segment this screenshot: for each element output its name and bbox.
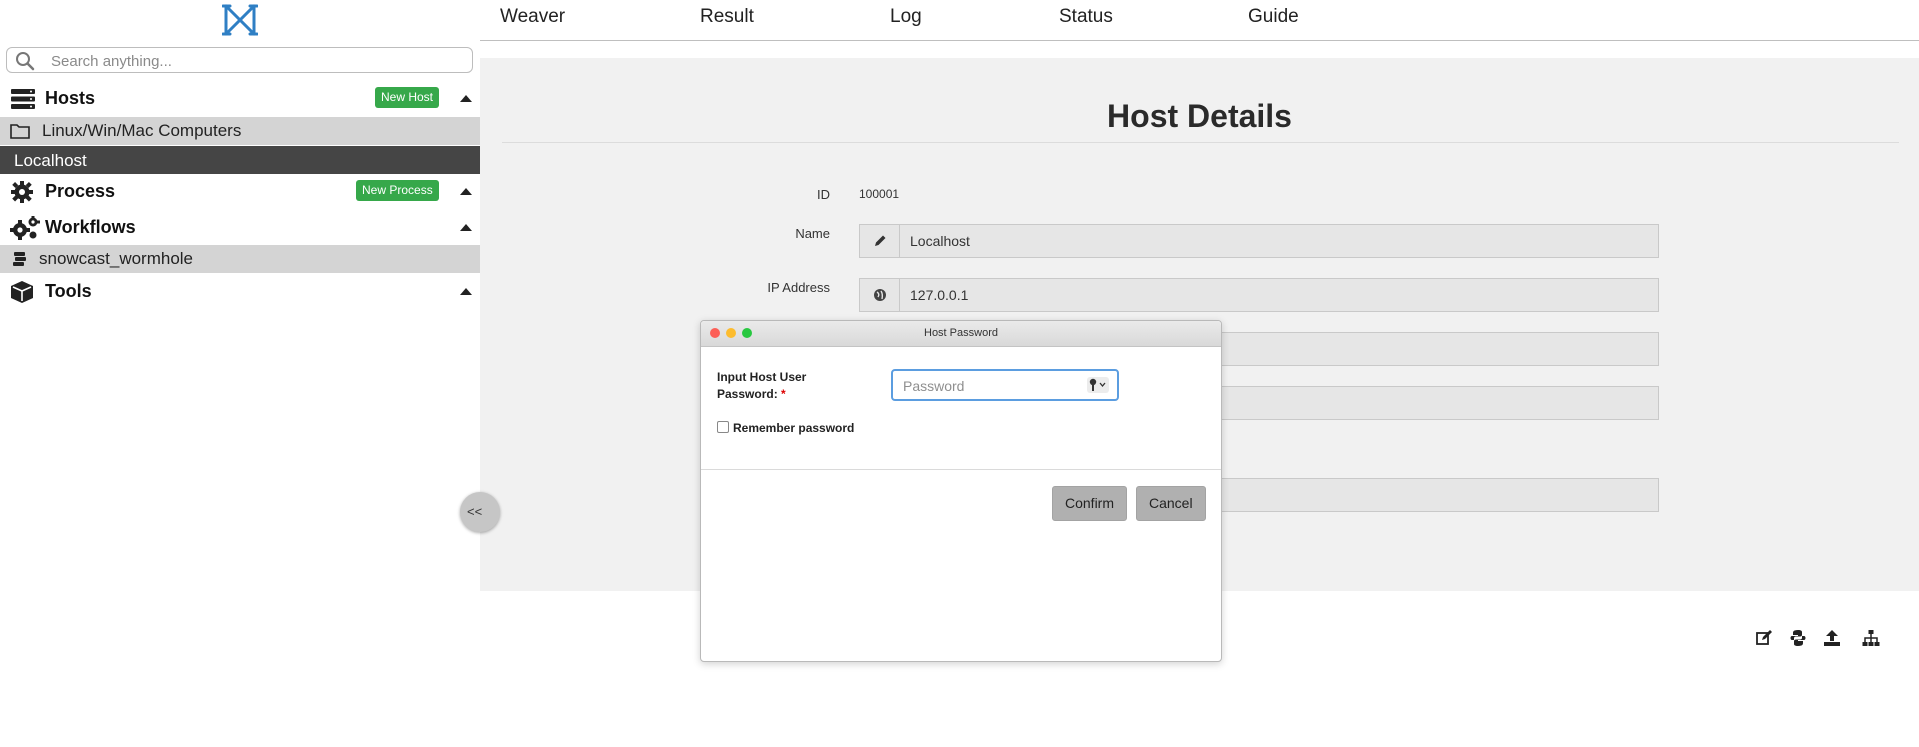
ip-value: 127.0.0.1 xyxy=(910,287,969,303)
globe-icon[interactable] xyxy=(860,279,900,311)
tab-weaver[interactable]: Weaver xyxy=(500,6,565,28)
sidebar-item-localhost[interactable]: Localhost xyxy=(0,146,480,174)
process-collapse-caret-icon[interactable] xyxy=(460,188,472,195)
tools-collapse-caret-icon[interactable] xyxy=(460,288,472,295)
password-label-line2: Password: xyxy=(717,387,778,401)
remember-password-checkbox[interactable] xyxy=(717,421,729,433)
password-label: Input Host User Password: * xyxy=(717,369,837,403)
tab-guide[interactable]: Guide xyxy=(1248,6,1299,28)
tab-log[interactable]: Log xyxy=(890,6,922,28)
host-item-label: Localhost xyxy=(14,151,87,170)
password-label-line1: Input Host User xyxy=(717,370,807,384)
dialog-title: Host Password xyxy=(924,327,998,339)
required-mark: * xyxy=(781,387,786,401)
pencil-icon[interactable] xyxy=(860,225,900,257)
folder-label: Linux/Win/Mac Computers xyxy=(42,121,242,140)
hosts-server-icon xyxy=(10,87,35,111)
new-process-button[interactable]: New Process xyxy=(356,180,439,201)
app-logo-icon[interactable] xyxy=(221,2,259,38)
hosts-collapse-caret-icon[interactable] xyxy=(460,95,472,102)
cancel-button[interactable]: Cancel xyxy=(1136,486,1206,521)
new-host-button[interactable]: New Host xyxy=(375,87,440,108)
sitemap-icon[interactable] xyxy=(1862,629,1880,647)
hidden-field-3[interactable] xyxy=(1180,332,1659,366)
cube-icon xyxy=(10,280,34,304)
workflow-item-label: snowcast_wormhole xyxy=(39,249,194,268)
ip-address-field[interactable]: 127.0.0.1 xyxy=(859,278,1659,312)
gear-icon xyxy=(10,180,34,204)
hidden-field-5[interactable] xyxy=(1180,478,1659,512)
workflows-title: Workflows xyxy=(45,217,136,237)
sidebar: Hosts New Host Linux/Win/Mac Computers L… xyxy=(0,0,480,747)
workflows-section-header[interactable]: Workflows xyxy=(0,213,480,243)
hosts-section-header[interactable]: Hosts New Host xyxy=(0,84,480,114)
tab-status[interactable]: Status xyxy=(1059,6,1113,28)
remember-password-option[interactable]: Remember password xyxy=(717,421,854,435)
process-title: Process xyxy=(45,181,116,201)
collapse-label: << xyxy=(467,504,483,519)
name-field[interactable]: Localhost xyxy=(859,224,1659,258)
sidebar-folder-computers[interactable]: Linux/Win/Mac Computers xyxy=(0,117,480,145)
upload-icon[interactable] xyxy=(1823,629,1841,647)
top-tab-bar: Weaver Result Log Status Guide xyxy=(480,0,1919,41)
sidebar-item-workflow[interactable]: snowcast_wormhole xyxy=(0,245,480,273)
search-box[interactable] xyxy=(6,47,473,73)
name-label: Name xyxy=(795,226,830,241)
id-label: ID xyxy=(817,187,830,202)
gears-icon xyxy=(10,216,40,240)
tools-title: Tools xyxy=(45,281,92,301)
tools-section-header[interactable]: Tools xyxy=(0,277,480,307)
dialog-titlebar[interactable]: Host Password xyxy=(701,321,1221,347)
remember-password-label: Remember password xyxy=(733,421,855,435)
name-value: Localhost xyxy=(910,233,970,249)
tab-result[interactable]: Result xyxy=(700,6,754,28)
workflow-icon xyxy=(12,251,28,272)
search-icon xyxy=(15,51,35,71)
id-value: 100001 xyxy=(859,187,900,201)
workflows-collapse-caret-icon[interactable] xyxy=(460,224,472,231)
folder-icon xyxy=(10,123,30,144)
host-password-dialog: Host Password Input Host User Password: … xyxy=(700,320,1222,662)
hidden-field-4[interactable] xyxy=(1180,386,1659,420)
dialog-divider xyxy=(701,469,1221,470)
process-section-header[interactable]: Process New Process xyxy=(0,177,480,207)
search-input[interactable] xyxy=(49,50,453,72)
hosts-title: Hosts xyxy=(45,88,96,108)
ip-label: IP Address xyxy=(767,280,830,295)
title-divider xyxy=(502,142,1899,143)
confirm-button[interactable]: Confirm xyxy=(1052,486,1128,521)
python-icon[interactable] xyxy=(1789,629,1807,647)
password-field[interactable] xyxy=(891,369,1119,401)
page-title: Host Details xyxy=(1107,98,1292,134)
password-input[interactable] xyxy=(901,376,1075,396)
key-icon[interactable] xyxy=(1087,377,1109,393)
edit-icon[interactable] xyxy=(1755,629,1773,647)
sidebar-collapse-button[interactable]: << xyxy=(460,492,500,532)
